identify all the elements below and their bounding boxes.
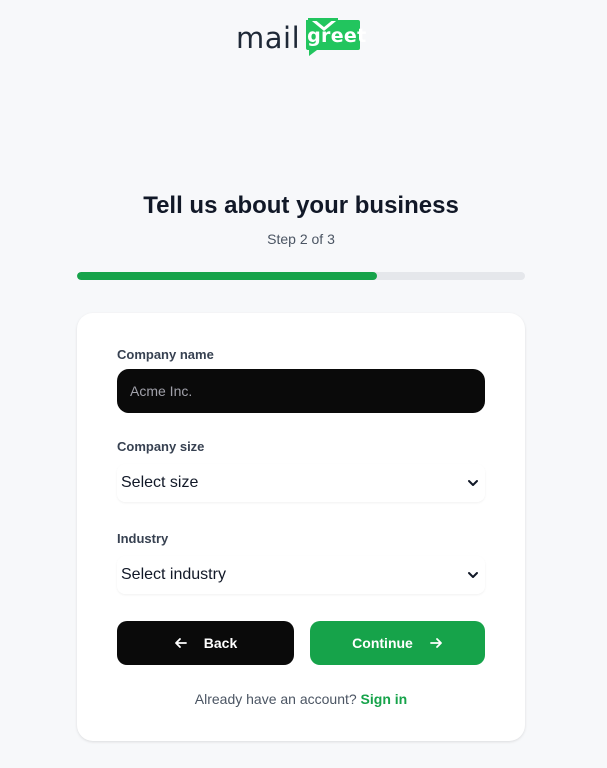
continue-button[interactable]: Continue — [310, 621, 485, 665]
signin-link[interactable]: Sign in — [361, 691, 408, 707]
logo-envelope-badge: greet — [303, 16, 367, 56]
logo-word-mail: mail — [236, 20, 301, 55]
logo-word-greet: greet — [307, 25, 367, 47]
company-size-label: Company size — [117, 439, 205, 454]
company-name-label: Company name — [117, 347, 214, 362]
step-indicator: Step 2 of 3 — [267, 231, 335, 247]
progress-bar — [77, 272, 525, 280]
continue-button-label: Continue — [352, 635, 413, 651]
industry-value: Select industry — [121, 566, 226, 583]
chevron-down-icon — [468, 572, 478, 578]
business-form-card: Company name Company size Select size In… — [77, 313, 525, 741]
arrow-left-icon — [174, 638, 187, 648]
signin-prompt: Already have an account? Sign in — [77, 691, 525, 707]
back-button[interactable]: Back — [117, 621, 294, 665]
mailgreet-logo: mail greet — [236, 14, 366, 56]
company-size-value: Select size — [121, 474, 199, 491]
company-size-select[interactable]: Select size — [117, 464, 485, 502]
signin-prompt-text: Already have an account? — [194, 691, 361, 707]
page-title: Tell us about your business — [143, 192, 459, 219]
chevron-down-icon — [468, 480, 478, 486]
progress-bar-fill — [77, 272, 378, 280]
arrow-right-icon — [429, 638, 442, 648]
back-button-label: Back — [203, 635, 238, 651]
industry-select[interactable]: Select industry — [117, 556, 485, 594]
company-name-input[interactable] — [117, 369, 485, 413]
industry-label: Industry — [117, 531, 169, 546]
